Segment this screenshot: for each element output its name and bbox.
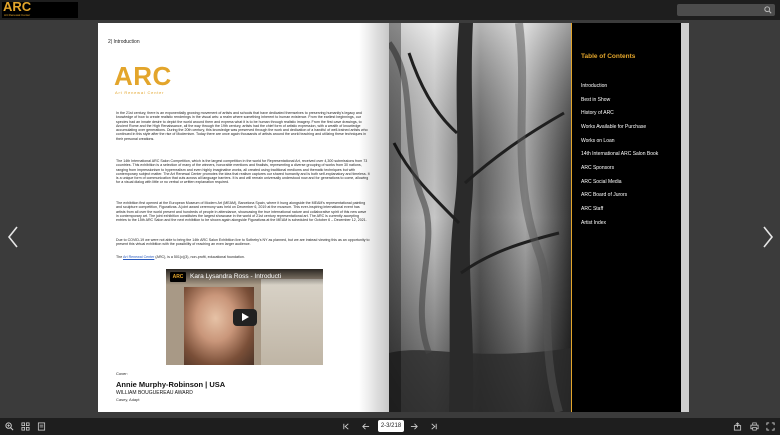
previous-icon[interactable] bbox=[361, 422, 370, 431]
first-page-icon[interactable] bbox=[342, 422, 351, 431]
prev-page-icon[interactable] bbox=[6, 225, 20, 249]
video-title[interactable]: Kara Lysandra Ross - Introducti bbox=[190, 273, 281, 280]
zoom-icon[interactable] bbox=[5, 422, 14, 431]
table-of-contents-icon[interactable] bbox=[37, 422, 46, 431]
arc-logo[interactable]: ARC Art Renewal Center bbox=[2, 0, 78, 18]
share-icon[interactable] bbox=[733, 422, 742, 431]
toc-item-staff[interactable]: ARC Staff bbox=[581, 206, 603, 212]
toc-item-works-on-loan[interactable]: Works on Loan bbox=[581, 138, 615, 144]
toc-item-sponsors[interactable]: ARC Sponsors bbox=[581, 165, 614, 171]
search-icon[interactable] bbox=[764, 6, 772, 14]
last-page-icon[interactable] bbox=[429, 422, 438, 431]
forest-drawing-image bbox=[389, 23, 571, 412]
cover-label: Cover: bbox=[116, 371, 128, 376]
logo-subtitle: Art Renewal Center bbox=[4, 13, 31, 17]
toc-item-salon-book[interactable]: 14th International ARC Salon Book bbox=[581, 151, 658, 157]
work-title: Casey, Adapt bbox=[116, 397, 140, 402]
intro-paragraph-2: The 14th International ARC Salon Competi… bbox=[116, 159, 370, 185]
table-of-contents-page: Table of Contents Introduction Best in S… bbox=[571, 23, 681, 412]
search-input[interactable] bbox=[680, 4, 758, 16]
intro-paragraph-1: In the 21st century, there is an exponen… bbox=[116, 111, 368, 141]
play-button[interactable] bbox=[233, 309, 257, 326]
video-channel-logo: ARC bbox=[170, 272, 186, 282]
left-page: 2| Introduction ARC Art Renewal Center I… bbox=[98, 23, 389, 412]
toc-item-best-in-show[interactable]: Best in Show bbox=[581, 97, 610, 103]
print-icon[interactable] bbox=[750, 422, 759, 431]
toc-item-social-media[interactable]: ARC Social Media bbox=[581, 179, 622, 185]
paragraph-5-suffix: (ARC), is a 501(c)(3), non-profit, educa… bbox=[154, 255, 245, 259]
art-renewal-center-link[interactable]: Art Renewal Center bbox=[123, 255, 154, 259]
intro-paragraph-4: Due to COVID-19 we were not able to brin… bbox=[116, 238, 370, 247]
page-spine-shadow bbox=[359, 23, 389, 412]
intro-paragraph-3: The exhibition first opened at the Europ… bbox=[116, 201, 367, 223]
intro-paragraph-5: The Art Renewal Center (ARC), is a 501(c… bbox=[116, 255, 370, 259]
toc-item-works-for-purchase[interactable]: Works Available for Purchase bbox=[581, 124, 646, 130]
thumbnails-icon[interactable] bbox=[21, 422, 30, 431]
toc-item-history[interactable]: History of ARC bbox=[581, 110, 614, 116]
toc-item-artist-index[interactable]: Artist Index bbox=[581, 220, 606, 226]
section-heading: 2| Introduction bbox=[108, 39, 140, 45]
video-background bbox=[261, 279, 323, 365]
search-box bbox=[677, 4, 775, 16]
toc-item-board-of-jurors[interactable]: ARC Board of Jurors bbox=[581, 192, 627, 198]
top-toolbar: ARC Art Renewal Center bbox=[0, 0, 780, 20]
video-player[interactable]: ARC Kara Lysandra Ross - Introducti bbox=[166, 269, 323, 365]
arc-subtitle: Art Renewal Center bbox=[115, 90, 165, 95]
next-icon[interactable] bbox=[410, 422, 419, 431]
artist-name: Annie Murphy-Robinson | USA bbox=[116, 380, 226, 389]
toc-accent-border bbox=[571, 23, 572, 412]
award-name: WILLIAM BOUGUEREAU AWARD bbox=[116, 390, 193, 396]
video-thumbnail bbox=[184, 287, 254, 365]
arc-title: ARC bbox=[114, 61, 172, 91]
logo-title: ARC bbox=[3, 0, 32, 14]
bottom-toolbar: 2-3/218 bbox=[0, 418, 780, 435]
cover-artwork bbox=[389, 23, 571, 412]
fullscreen-icon[interactable] bbox=[766, 422, 775, 431]
page-stack-edge bbox=[681, 23, 689, 412]
toc-title: Table of Contents bbox=[581, 53, 636, 60]
toc-item-introduction[interactable]: Introduction bbox=[581, 83, 607, 89]
page-indicator[interactable]: 2-3/218 bbox=[378, 420, 404, 432]
paragraph-5-prefix: The bbox=[116, 255, 123, 259]
next-page-icon[interactable] bbox=[761, 225, 775, 249]
